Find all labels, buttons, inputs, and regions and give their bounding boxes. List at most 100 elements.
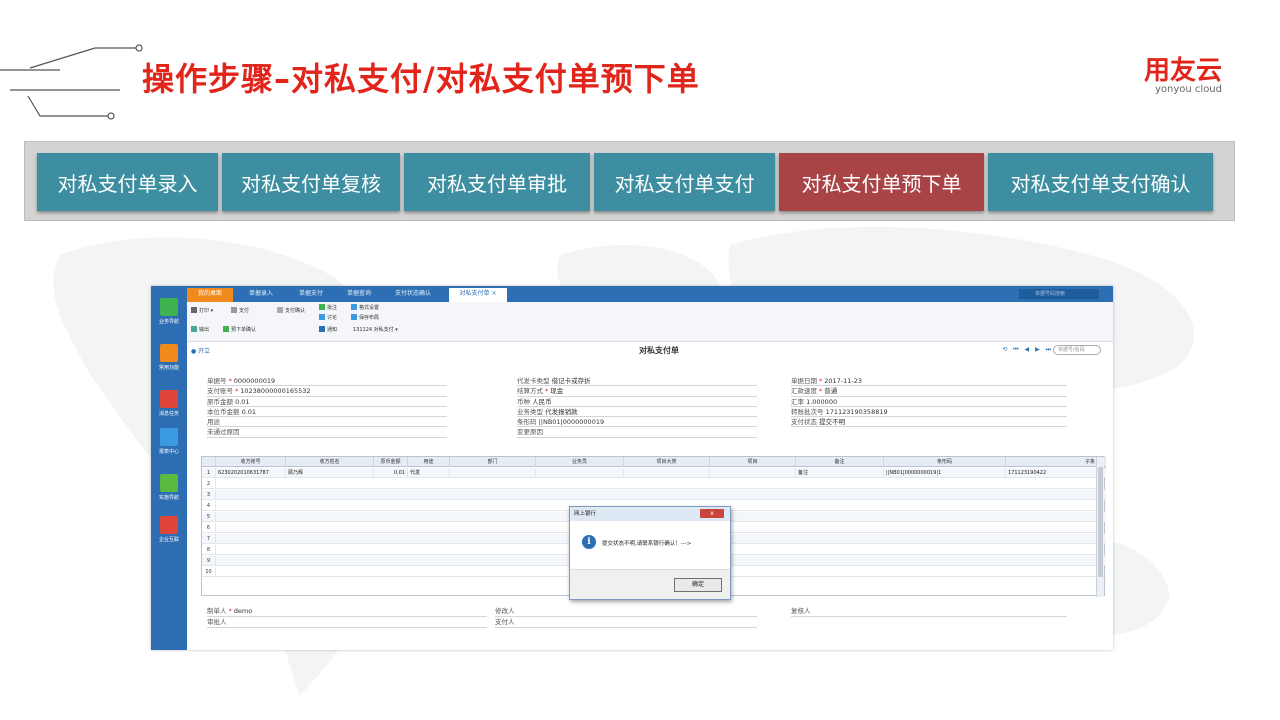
grid-header-cell[interactable]: 子条 [1006, 457, 1098, 467]
field-orig-amount[interactable]: 原币金额 0.01 [207, 397, 447, 407]
tab-private-pay[interactable]: 对私支付单 × [449, 288, 507, 302]
app-search-input[interactable]: 单据号码搜索 [1019, 289, 1099, 299]
grid-cell[interactable]: 备注 [796, 468, 884, 478]
sidebar-item-messages[interactable]: 消息任务 [151, 390, 187, 417]
field-pay-status[interactable]: 支付状态 提交不明 [791, 417, 1067, 428]
step-approve[interactable]: 对私支付单审批 [404, 153, 590, 211]
grid-cell[interactable]: 0.01 [374, 468, 408, 478]
grid-header-cell[interactable]: 收方账号 [216, 457, 286, 467]
close-icon[interactable]: × [491, 290, 496, 297]
sidebar-item-favorites[interactable]: 常用功能 [151, 344, 187, 371]
table-row[interactable]: 2 [202, 479, 1106, 489]
grid-header-cell[interactable]: 收方姓名 [286, 457, 374, 467]
step-pay[interactable]: 对私支付单支付 [594, 153, 775, 211]
sidebar-item-nav[interactable]: 业务导航 [151, 298, 187, 325]
grid-header-cell[interactable]: 业务员 [536, 457, 624, 467]
link-icon [160, 516, 178, 534]
ok-button[interactable]: 确定 [674, 578, 722, 592]
field-change-reason[interactable]: 变更原因 [517, 427, 757, 438]
format-set-button[interactable]: 格式设置 [351, 304, 379, 311]
field-remit-speed[interactable]: 汇款速度 * 普通 [791, 386, 1067, 397]
field-reject-reason[interactable]: 未通过原因 [207, 427, 447, 438]
app-toolbar: 打印 ▾ 支付 支付确认 输出 预下单确认 批注 讨论 通知 格式设置 保存布局… [187, 302, 1113, 342]
grid-cell[interactable]: 171123190422 [1006, 468, 1098, 478]
grid-cell[interactable]: 代发 [408, 468, 450, 478]
field-local-amount[interactable]: 本位币金额 0.01 [207, 407, 447, 418]
field-value: 1.000000 [806, 397, 838, 406]
export-label: 输出 [199, 327, 210, 333]
field-biz-type[interactable]: 业务类型 代发报销款 [517, 407, 757, 418]
record-nav-buttons[interactable]: ⟲ ⏮ ◀ ▶ ⏭ [1002, 346, 1053, 354]
grid-cell[interactable] [710, 468, 796, 478]
sidebar-item-reports[interactable]: 报表中心 [151, 428, 187, 455]
save-icon [351, 314, 357, 320]
doc-search-input[interactable]: 单据号/名码 [1053, 345, 1101, 355]
field-approver[interactable]: 审批人 [207, 617, 487, 628]
discuss-button[interactable]: 讨论 [319, 314, 337, 321]
sidebar-item-impl[interactable]: 实施导航 [151, 474, 187, 501]
field-label: 支付人 [495, 618, 515, 626]
field-barcode[interactable]: 条形码 ||NB01|0000000019 [517, 417, 757, 428]
grid-header-cell[interactable]: 用途 [408, 457, 450, 467]
step-pre-order[interactable]: 对私支付单预下单 [779, 153, 984, 211]
field-maker[interactable]: 制单人 * demo [207, 606, 487, 617]
step-list: 对私支付单录入 对私支付单复核 对私支付单审批 对私支付单支付 对私支付单预下单… [37, 153, 1213, 211]
grid-cell[interactable] [624, 468, 710, 478]
grid-cell[interactable]: 6230202010631787 [216, 468, 286, 478]
print-button[interactable]: 打印 ▾ [191, 307, 213, 314]
field-value: 10238000000165532 [240, 387, 311, 396]
grid-header-cell[interactable]: 项目大类 [624, 457, 710, 467]
pay-confirm-button[interactable]: 支付确认 [277, 307, 305, 314]
field-pay-account[interactable]: 支付账号 * 10238000000165532 [207, 386, 447, 397]
table-row[interactable]: 1 6230202010631787 顾乃辉 0.01 代发 备注 ||NB01… [202, 468, 1106, 478]
field-modifier[interactable]: 修改人 [495, 606, 757, 617]
field-reviewer[interactable]: 复核人 [791, 606, 1067, 617]
grid-header-cell[interactable]: 条形码 [884, 457, 1006, 467]
field-value: ||NB01|0000000019 [538, 418, 605, 427]
close-icon[interactable]: x [700, 509, 724, 518]
field-batch-number[interactable]: 转账批次号 171123190358819 [791, 407, 1067, 418]
field-settle-method[interactable]: 结算方式 * 现金 [517, 386, 757, 397]
template-select[interactable]: 131124 对私支付 ▾ [353, 326, 398, 333]
grid-cell[interactable] [536, 468, 624, 478]
field-currency[interactable]: 币种 人民币 [517, 397, 757, 407]
open-status[interactable]: ● 开立 [191, 346, 210, 355]
pre-order-confirm-button[interactable]: 预下单确认 [223, 326, 256, 333]
app-tab-bar: 我的桌面 单据录入 单据支付 单据查询 支付状态确认 对私支付单 × 单据号码搜… [151, 286, 1113, 302]
tab-pay-status[interactable]: 支付状态确认 [391, 288, 435, 302]
export-button[interactable]: 输出 [191, 326, 209, 333]
pay-button[interactable]: 支付 [231, 307, 249, 314]
step-entry[interactable]: 对私支付单录入 [37, 153, 218, 211]
scrollbar-thumb[interactable] [1098, 467, 1103, 577]
sidebar-item-connect[interactable]: 企业互联 [151, 516, 187, 543]
grid-cell[interactable]: 顾乃辉 [286, 468, 374, 478]
grid-scrollbar[interactable] [1096, 457, 1104, 597]
tab-doc-entry[interactable]: 单据录入 [245, 288, 277, 302]
save-layout-button[interactable]: 保存布局 [351, 314, 379, 321]
required-mark: * [235, 387, 239, 396]
field-exchange-rate[interactable]: 汇率 1.000000 [791, 397, 1067, 407]
grid-header-cell[interactable]: 原币金额 [374, 457, 408, 467]
grid-cell[interactable]: ||NB01|0000000019|1 [884, 468, 1006, 478]
tab-doc-pay[interactable]: 单据支付 [295, 288, 327, 302]
field-doc-number[interactable]: 单据号 * 0000000019 [207, 376, 447, 387]
confirm-icon [277, 307, 283, 313]
grid-cell[interactable] [450, 468, 536, 478]
step-review[interactable]: 对私支付单复核 [222, 153, 400, 211]
tab-desktop[interactable]: 我的桌面 [187, 288, 233, 302]
step-pay-confirm[interactable]: 对私支付单支付确认 [988, 153, 1213, 211]
pay-label: 支付 [239, 308, 250, 314]
header-circuit-decoration [0, 44, 143, 120]
slide-title: 操作步骤–对私支付/对私支付单预下单 [142, 60, 700, 98]
batch-note-button[interactable]: 批注 [319, 304, 337, 311]
grid-header-cell[interactable]: 部门 [450, 457, 536, 467]
field-purpose[interactable]: 用途 [207, 417, 447, 428]
tab-doc-query[interactable]: 单据查询 [343, 288, 375, 302]
field-card-type[interactable]: 代发卡类型 借记卡或存折 [517, 376, 757, 387]
grid-header-cell[interactable]: 项目 [710, 457, 796, 467]
table-row[interactable]: 3 [202, 490, 1106, 500]
grid-header-cell[interactable]: 备注 [796, 457, 884, 467]
field-payer[interactable]: 支付人 [495, 617, 757, 628]
field-doc-date[interactable]: 单据日期 * 2017-11-23 [791, 376, 1067, 387]
notify-button[interactable]: 通知 [319, 326, 337, 333]
